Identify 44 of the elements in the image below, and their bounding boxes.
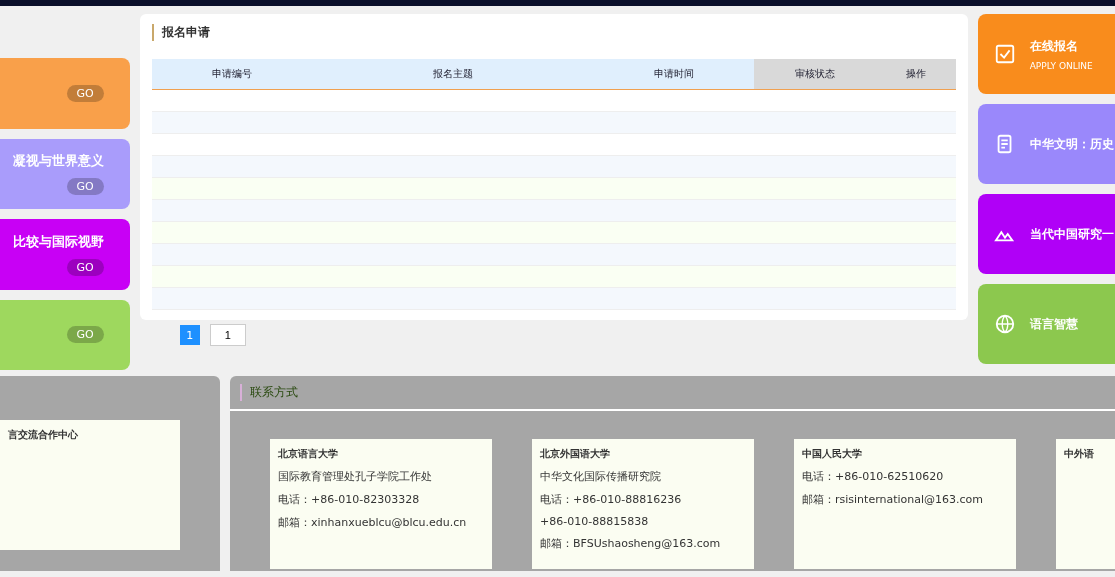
globe-icon: [993, 313, 1016, 335]
go-button[interactable]: GO: [66, 84, 104, 102]
column-header: 申请时间: [652, 67, 695, 81]
contact-line: 中华文化国际传播研究院: [540, 469, 662, 484]
panel-title: 报名申请: [151, 24, 956, 41]
feature-card[interactable]: 中华文明：历史: [977, 104, 1115, 184]
feature-card[interactable]: 在线报名 APPLY ONLINE: [977, 14, 1115, 94]
contact-line: 邮箱：BFSUshaosheng@163.com: [540, 536, 722, 551]
panel-title: 联系方式: [240, 384, 1115, 401]
card-title: 比较与国际视野: [12, 232, 104, 251]
contact-line: 国际教育管理处孔子学院工作处: [278, 469, 433, 484]
contact-name: 北京语言大学: [278, 447, 339, 461]
checkbox-icon: [993, 43, 1016, 65]
column-header: 操作: [875, 59, 956, 89]
contact-line: 电话：+86-010-82303328: [278, 492, 421, 507]
page-jump-field[interactable]: 1: [209, 324, 246, 346]
topic-card[interactable]: 凝视与世界意义 GO: [0, 138, 130, 209]
go-button[interactable]: GO: [66, 258, 104, 276]
feature-card[interactable]: 语言智慧: [977, 284, 1115, 364]
card-title: 当代中国研究一: [1029, 225, 1114, 243]
contact-line: +86-010-88815838: [540, 515, 650, 528]
contact-name: 中国人民大学: [802, 447, 863, 461]
contact-line: 邮箱：xinhanxueblcu@blcu.edu.cn: [278, 515, 468, 530]
card-title: 中华文明：历史: [1029, 135, 1114, 153]
contact-name: 言交流合作中心: [8, 428, 79, 442]
contact-name: 中外语: [1064, 447, 1095, 461]
contact-line: 电话：+86-010-62510620: [802, 469, 945, 484]
page-button[interactable]: 1: [179, 325, 200, 345]
card-title: 在线报名: [1029, 37, 1079, 55]
column-header: 申请编号: [210, 67, 253, 81]
go-button[interactable]: GO: [66, 326, 104, 344]
topic-card[interactable]: GO: [0, 58, 130, 129]
contact-line: 邮箱：rsisinternational@163.com: [802, 492, 985, 507]
column-header: 报名主题: [431, 67, 474, 81]
contact-name: 北京外国语大学: [540, 447, 611, 461]
card-title: 凝视与世界意义: [12, 152, 104, 171]
feature-card[interactable]: 当代中国研究一: [977, 194, 1115, 274]
card-title: 语言智慧: [1029, 315, 1078, 333]
topic-card[interactable]: GO: [0, 299, 130, 370]
go-button[interactable]: GO: [66, 178, 104, 196]
topic-card[interactable]: 比较与国际视野 GO: [0, 219, 130, 290]
column-header: 审核状态: [753, 59, 876, 89]
card-subtitle: APPLY ONLINE: [1029, 60, 1093, 71]
contact-line: 电话：+86-010-88816236: [540, 492, 683, 507]
